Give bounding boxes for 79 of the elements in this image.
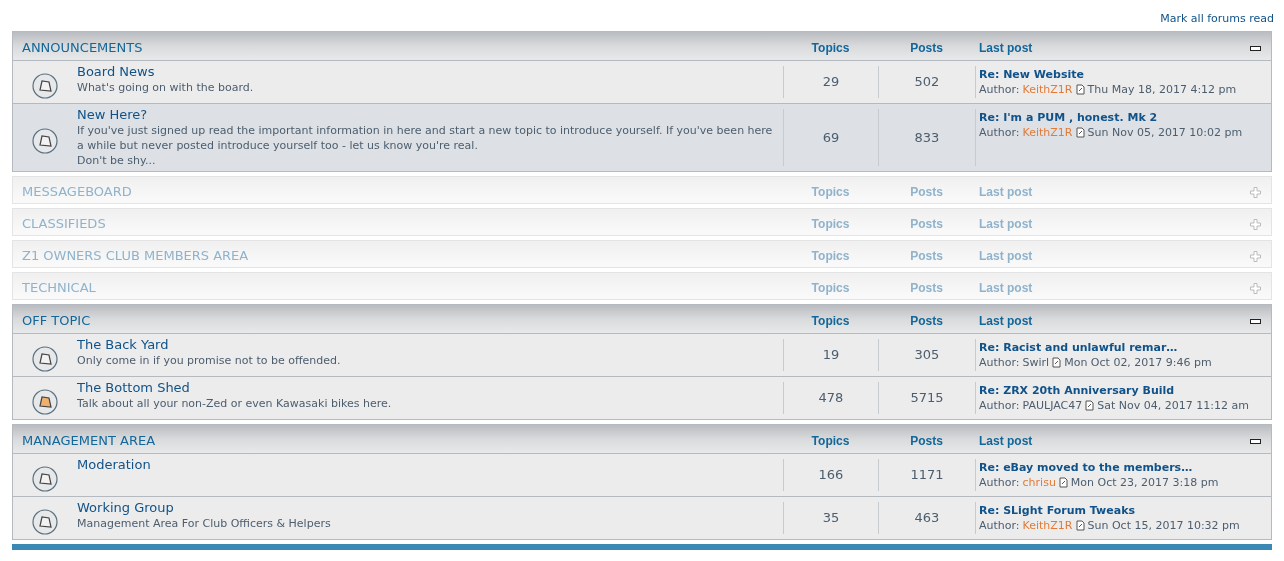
view-post-icon[interactable] <box>1075 127 1085 138</box>
forum-description: Talk about all your non-Zed or even Kawasaki bikes here. <box>77 396 393 411</box>
posts-count: 1171 <box>910 466 944 485</box>
author-label: Author: <box>979 355 1020 370</box>
view-post-icon[interactable] <box>1052 357 1062 368</box>
last-post-link[interactable]: Re: I'm a PUM , honest. Mk 2 <box>979 110 1271 125</box>
column-header: Posts <box>909 280 944 297</box>
forum-title-link[interactable]: The Bottom Shed <box>77 380 779 396</box>
view-post-icon[interactable] <box>1085 400 1095 411</box>
column-header: Topics <box>810 280 851 297</box>
posts-count: 305 <box>914 346 940 365</box>
forum-title-link[interactable]: Moderation <box>77 457 779 473</box>
author-label: Author: <box>979 518 1020 533</box>
posts-count: 463 <box>914 509 940 528</box>
column-header: Topics <box>810 216 851 233</box>
topics-count: 166 <box>818 466 844 485</box>
post-time: Sat Nov 04, 2017 11:12 am <box>1097 398 1249 413</box>
author-label: Author: <box>979 398 1020 413</box>
column-header: Posts <box>909 433 944 450</box>
forum-title-link[interactable]: Working Group <box>77 500 779 516</box>
collapse-icon[interactable] <box>1250 438 1261 444</box>
topics-count: 29 <box>822 73 840 92</box>
category-title[interactable]: MANAGEMENT AREA <box>13 427 783 451</box>
last-post-link[interactable]: Re: ZRX 20th Anniversary Build <box>979 383 1271 398</box>
posts-count: 502 <box>914 73 940 92</box>
post-time: Sun Nov 05, 2017 10:02 pm <box>1087 125 1243 140</box>
column-header: Last post <box>978 248 1034 265</box>
post-time: Mon Oct 02, 2017 9:46 pm <box>1064 355 1212 370</box>
category-title[interactable]: OFF TOPIC <box>13 307 783 331</box>
column-header: Last post <box>978 40 1034 57</box>
mark-all-read-link[interactable]: Mark all forums read <box>1160 12 1274 31</box>
column-header: Posts <box>909 248 944 265</box>
forum-description: Management Area For Club Officers & Helpers <box>77 516 332 531</box>
topics-count: 19 <box>822 346 840 365</box>
column-header: Topics <box>810 313 851 330</box>
column-header: Posts <box>909 40 944 57</box>
post-time: Sun Oct 15, 2017 10:32 pm <box>1087 518 1240 533</box>
view-post-icon[interactable] <box>1075 84 1085 95</box>
posts-count: 5715 <box>910 389 944 408</box>
category-title[interactable]: ANNOUNCEMENTS <box>13 34 783 58</box>
column-header: Last post <box>978 433 1034 450</box>
forum-description: If you've just signed up read the important information in here and start a new topic to introduce yourself. If you've been here a while but never posted introduce yourself too - let us know you're real. <box>77 123 774 153</box>
post-time: Mon Oct 23, 2017 3:18 pm <box>1070 475 1219 490</box>
forum-title-link[interactable]: New Here? <box>77 107 779 123</box>
column-header: Topics <box>810 40 851 57</box>
posts-count: 833 <box>914 128 940 147</box>
column-header: Topics <box>810 248 851 265</box>
topics-count: 478 <box>818 389 844 408</box>
view-post-icon[interactable] <box>1075 520 1085 531</box>
author-link[interactable]: Swirl <box>1022 355 1050 370</box>
column-header: Last post <box>978 313 1034 330</box>
forum-row[interactable] <box>13 103 1271 171</box>
forum-description: What's going on with the board. <box>77 80 255 95</box>
last-post-link[interactable]: Re: eBay moved to the members… <box>979 460 1271 475</box>
forum-title-link[interactable]: Board News <box>77 64 779 80</box>
author-label: Author: <box>979 125 1020 140</box>
topics-count: 69 <box>822 128 840 147</box>
collapse-icon[interactable] <box>1250 45 1261 51</box>
author-label: Author: <box>979 82 1020 97</box>
column-header: Posts <box>909 313 944 330</box>
last-post-link[interactable]: Re: SLight Forum Tweaks <box>979 503 1271 518</box>
post-time: Thu May 18, 2017 4:12 pm <box>1087 82 1237 97</box>
column-header: Posts <box>909 184 944 201</box>
author-label: Author: <box>979 475 1020 490</box>
forum-description: Don't be shy... <box>77 153 157 168</box>
forum-title-link[interactable]: The Back Yard <box>77 337 779 353</box>
column-header: Last post <box>978 216 1034 233</box>
author-link[interactable]: PAULJAC47 <box>1022 398 1083 413</box>
column-header: Last post <box>978 184 1034 201</box>
forum-description: Only come in if you promise not to be offended. <box>77 353 342 368</box>
last-post-link[interactable]: Re: New Website <box>979 67 1271 82</box>
topics-count: 35 <box>822 509 840 528</box>
column-header: Posts <box>909 216 944 233</box>
collapse-icon[interactable] <box>1250 318 1261 324</box>
last-post-link[interactable]: Re: Racist and unlawful remar… <box>979 340 1271 355</box>
view-post-icon[interactable] <box>1058 477 1068 488</box>
column-header: Topics <box>810 433 851 450</box>
column-header: Topics <box>810 184 851 201</box>
column-header: Last post <box>978 280 1034 297</box>
